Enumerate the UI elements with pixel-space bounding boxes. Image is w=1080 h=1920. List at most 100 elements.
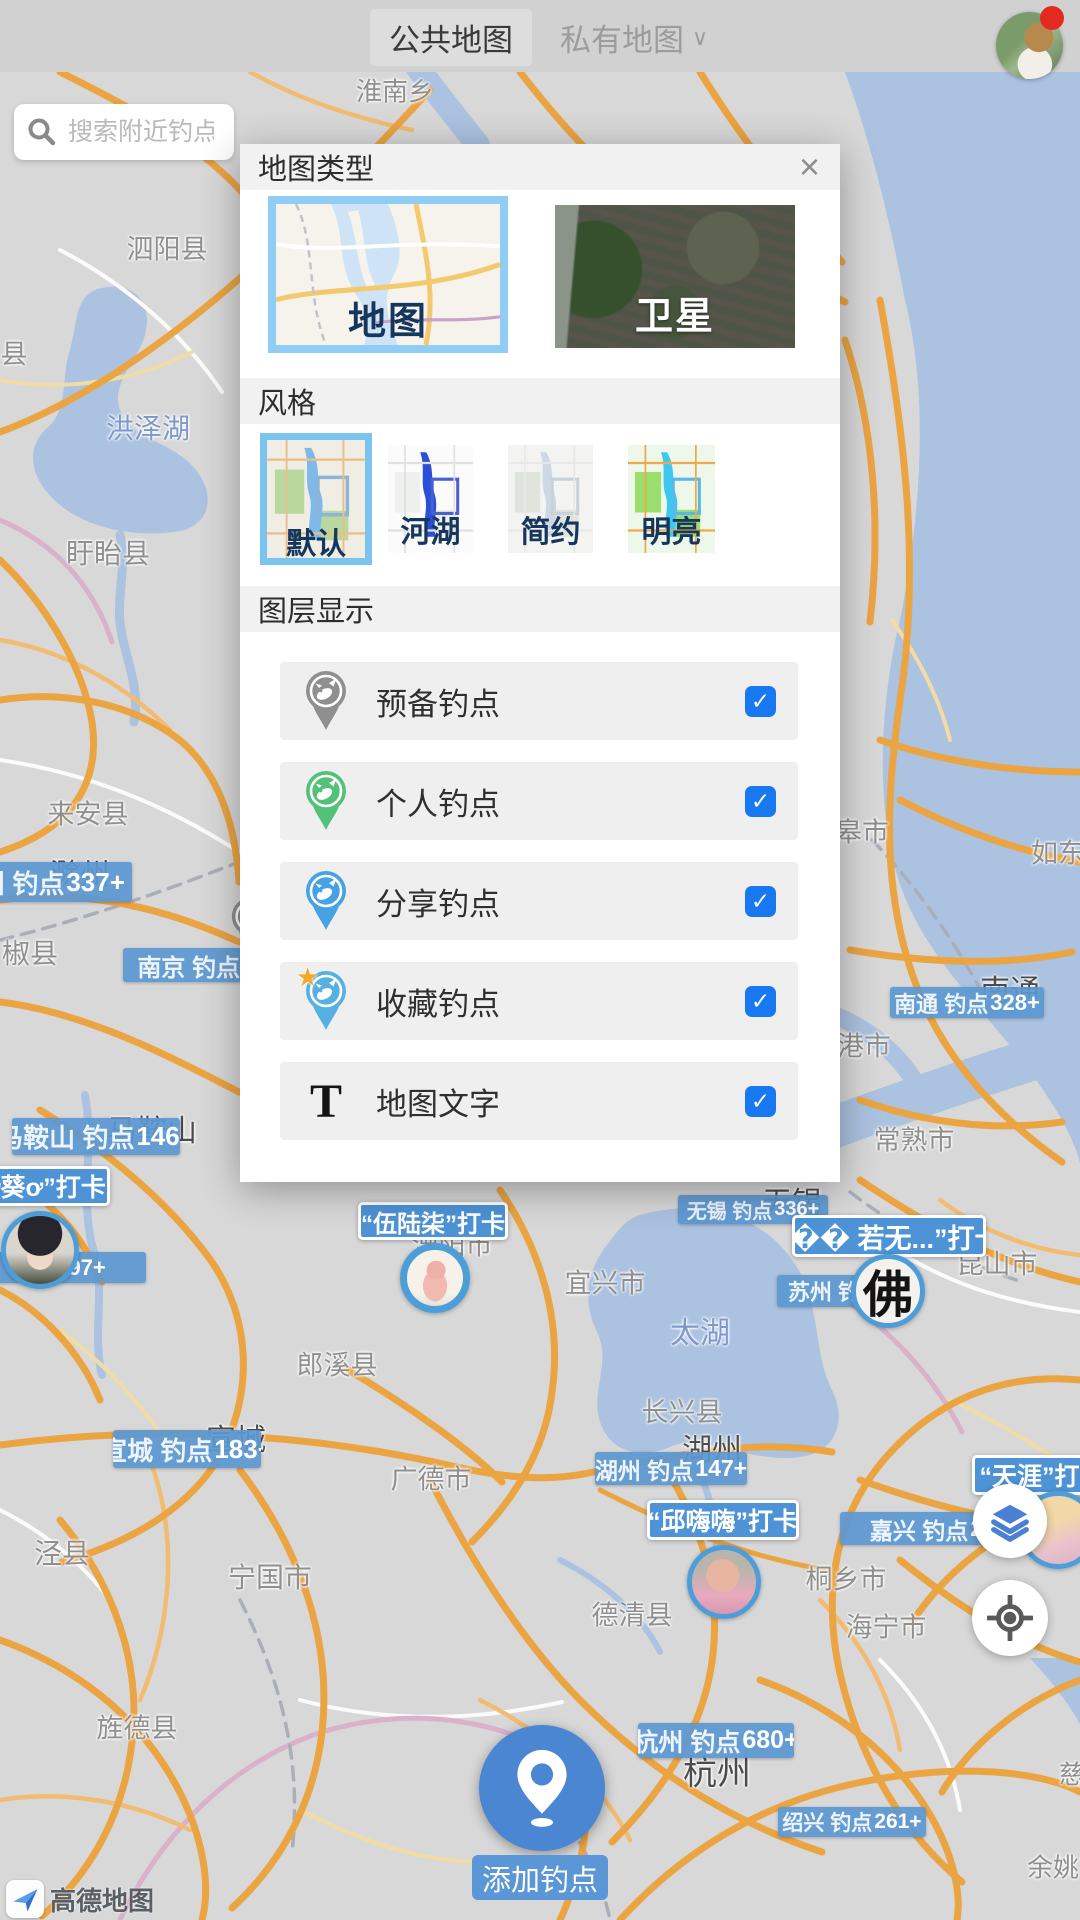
amap-logo: 高德地图: [6, 1880, 154, 1918]
amap-paper-plane-icon: [6, 1880, 44, 1918]
checkin-badge[interactable]: “ơ葵ơ”打卡: [0, 1166, 110, 1206]
layers-icon: [987, 1498, 1033, 1544]
style-option-bright[interactable]: 明亮: [628, 445, 715, 553]
style-section-header: 风格: [240, 378, 840, 424]
gray-pin-fish-icon: [302, 670, 350, 732]
map-city-label: 德清县: [592, 1594, 673, 1633]
map-city-label: 椒县: [2, 932, 58, 972]
spot-count-badge[interactable]: 州 钓点 337+: [0, 862, 132, 902]
amap-logo-text: 高德地图: [50, 1881, 154, 1918]
layer-label: 分享钓点: [376, 879, 745, 924]
map-water-label: 太湖: [670, 1308, 730, 1352]
layer-label: 预备钓点: [376, 679, 745, 724]
layer-row: 预备钓点✓: [280, 662, 798, 740]
style-option-label: 河湖: [401, 507, 461, 551]
layer-checkbox[interactable]: ✓: [745, 686, 776, 717]
star-pin-fish-icon: ★: [302, 970, 350, 1032]
chevron-down-icon: ∨: [692, 25, 708, 51]
layer-row: ★ 收藏钓点✓: [280, 962, 798, 1040]
tab-private-map[interactable]: 私有地图 ∨: [560, 9, 708, 66]
checkin-badge[interactable]: “伍陆柒”打卡: [358, 1202, 508, 1240]
layers-button[interactable]: [973, 1484, 1047, 1558]
user-checkin-avatar[interactable]: [1, 1211, 79, 1289]
map-city-label: 如东: [1031, 832, 1080, 871]
style-option-river[interactable]: 河湖: [388, 445, 473, 553]
spot-count-badge[interactable]: 宣城 钓点 183+: [113, 1430, 261, 1468]
map-city-label: 广德市: [391, 1458, 472, 1497]
close-icon[interactable]: ×: [799, 149, 822, 185]
add-spot-button[interactable]: [479, 1725, 605, 1851]
spot-count-badge[interactable]: 马鞍山 钓点 146+: [12, 1118, 180, 1155]
map-city-label: 旌德县: [97, 1707, 178, 1746]
layer-row: 个人钓点✓: [280, 762, 798, 840]
map-city-label: 港市: [837, 1025, 891, 1064]
locate-button[interactable]: [972, 1580, 1048, 1656]
layer-checkbox[interactable]: ✓: [745, 786, 776, 817]
map-water-label: 洪泽湖: [106, 407, 190, 447]
checkin-badge[interactable]: “�� 若无...”打卡: [792, 1215, 986, 1257]
map-settings-modal: 地图类型 × 地图卫星 风格 默认河湖简约明亮 图层显示 预备钓点✓个人钓点✓分…: [240, 144, 840, 1182]
map-city-label: 郎溪县: [297, 1344, 378, 1383]
map-city-label: 宜兴市: [565, 1262, 646, 1301]
layer-row: T 地图文字✓: [280, 1062, 798, 1140]
locate-icon: [987, 1595, 1033, 1641]
style-option-label: 明亮: [642, 507, 702, 551]
map-city-label: 常熟市: [874, 1119, 955, 1158]
style-option-default[interactable]: 默认: [260, 433, 372, 565]
layers-section-header: 图层显示: [240, 586, 840, 632]
notification-dot: [1040, 6, 1064, 30]
search-box: [14, 104, 234, 160]
map-city-label: 泾县: [34, 1532, 90, 1572]
layer-checkbox[interactable]: ✓: [745, 1086, 776, 1117]
letter-T-icon: T: [302, 1070, 350, 1132]
layer-label: 地图文字: [376, 1079, 745, 1124]
map-type-map[interactable]: 地图: [268, 196, 508, 353]
tab-public-map[interactable]: 公共地图: [370, 9, 532, 66]
spot-count-badge[interactable]: 南通 钓点 328+: [890, 987, 1044, 1018]
style-option-label: 简约: [521, 507, 581, 551]
modal-header: 地图类型 ×: [240, 144, 840, 190]
blue-pin-fish-icon: [302, 870, 350, 932]
layer-label: 个人钓点: [376, 779, 745, 824]
layer-checkbox[interactable]: ✓: [745, 886, 776, 917]
search-input[interactable]: [66, 117, 216, 148]
layer-label: 收藏钓点: [376, 979, 745, 1024]
spot-count-badge[interactable]: 绍兴 钓点 261+: [778, 1807, 926, 1837]
green-pin-fish-icon: [302, 770, 350, 832]
user-checkin-avatar[interactable]: [687, 1545, 761, 1619]
spot-count-badge[interactable]: 湖州 钓点 147+: [595, 1452, 747, 1485]
modal-title: 地图类型: [258, 146, 374, 188]
app-screen: 淮南乡泗阳县县盱眙县来安县滁州椒县马鞍山泾县宁国市旌德县郎溪县广德市溧阳市宜兴市…: [0, 0, 1080, 1920]
layers-section-title: 图层显示: [258, 588, 374, 630]
map-city-label: 宁国市: [228, 1556, 312, 1596]
user-checkin-avatar[interactable]: 佛: [851, 1254, 925, 1328]
location-pin-icon: [504, 1745, 580, 1831]
layer-row: 分享钓点✓: [280, 862, 798, 940]
checkin-badge[interactable]: “邱嗨嗨”打卡: [647, 1500, 799, 1540]
map-type-label: 地图: [348, 290, 428, 345]
style-option-label: 默认: [286, 519, 346, 563]
map-city-label: 慈: [1059, 1755, 1080, 1792]
map-type-label: 卫星: [635, 285, 715, 340]
add-spot-label: 添加钓点: [472, 1855, 608, 1900]
map-city-label: 桐乡市: [806, 1558, 887, 1597]
style-option-simple[interactable]: 简约: [508, 445, 593, 553]
map-type-satellite[interactable]: 卫星: [555, 205, 795, 348]
tab-private-label: 私有地图: [560, 15, 684, 60]
map-city-label: 淮南乡: [356, 72, 434, 109]
layer-checkbox[interactable]: ✓: [745, 986, 776, 1017]
spot-count-badge[interactable]: 杭州 钓点 680+: [638, 1723, 794, 1758]
map-city-label: 盱眙县: [66, 532, 150, 572]
map-city-label: 县: [1, 333, 28, 372]
search-icon: [26, 116, 58, 148]
map-city-label: 来安县: [48, 793, 129, 832]
map-city-label: 余姚市: [1027, 1848, 1080, 1885]
map-city-label: 泗阳县: [127, 228, 208, 267]
user-checkin-avatar[interactable]: [400, 1243, 470, 1313]
map-city-label: 海宁市: [846, 1606, 927, 1645]
map-city-label: 长兴县: [642, 1391, 723, 1430]
map-city-label: 皋市: [835, 811, 889, 850]
top-bar: 公共地图 私有地图 ∨: [0, 0, 1080, 72]
style-section-title: 风格: [258, 380, 316, 422]
star-icon: ★: [296, 962, 319, 993]
